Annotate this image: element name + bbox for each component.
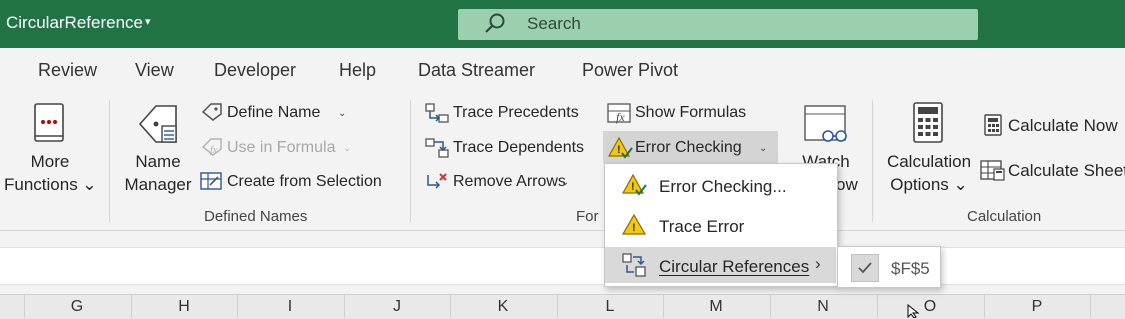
trace-precedents-icon — [425, 103, 449, 123]
trace-dependents-button[interactable]: Trace Dependents — [453, 139, 584, 157]
tag-icon — [201, 103, 222, 121]
watch-window-icon — [804, 105, 847, 142]
more-functions-button[interactable]: More Functions ⌄ — [4, 150, 97, 196]
use-in-formula-icon: fx — [201, 138, 222, 156]
tab-review[interactable]: Review — [38, 60, 97, 81]
use-in-formula-dropdown-icon[interactable]: ⌄ — [343, 143, 351, 154]
title-dropdown-icon[interactable]: ▾ — [145, 15, 151, 28]
remove-arrows-button[interactable]: Remove Arrows — [453, 173, 566, 191]
svg-text:fx: fx — [210, 145, 218, 156]
svg-text:!: ! — [617, 144, 621, 156]
column-header-h[interactable]: H — [174, 298, 194, 316]
remove-arrows-icon — [427, 173, 447, 189]
column-header-j[interactable]: J — [387, 298, 407, 316]
use-in-formula-button[interactable]: Use in Formula — [227, 139, 335, 157]
show-formulas-icon: fx — [607, 103, 631, 124]
more-functions-line1: More — [30, 152, 70, 171]
column-header-k[interactable]: K — [493, 298, 513, 316]
book-icon — [34, 103, 64, 142]
calculation-options-button[interactable]: Calculation Options ⌄ — [883, 150, 975, 196]
calculate-sheet-icon — [980, 160, 1005, 181]
column-divider — [1090, 294, 1091, 318]
search-icon — [485, 13, 505, 33]
column-header-p[interactable]: P — [1027, 298, 1047, 316]
warning-check-icon: ! — [621, 173, 647, 196]
column-divider — [131, 294, 132, 318]
group-separator — [109, 100, 110, 222]
tab-help[interactable]: Help — [339, 60, 376, 81]
menu-item-error-checking-label: Error Checking... — [659, 177, 787, 196]
column-header-n[interactable]: N — [813, 298, 833, 316]
group-label-formula-auditing: For — [576, 208, 599, 225]
tab-view[interactable]: View — [135, 60, 174, 81]
name-manager-icon — [138, 105, 177, 143]
trace-dependents-icon — [425, 138, 449, 158]
submenu-item-f5-label: $F$5 — [891, 259, 930, 278]
show-formulas-button[interactable]: Show Formulas — [635, 104, 746, 122]
calculation-options-line1: Calculation — [886, 152, 972, 171]
workbook-title[interactable]: CircularReference — [6, 13, 143, 33]
mouse-cursor-icon — [907, 304, 920, 318]
group-label-calculation: Calculation — [967, 208, 1042, 225]
group-label-defined-names: Defined Names — [204, 208, 308, 225]
create-from-selection-icon — [200, 172, 222, 190]
column-divider — [877, 294, 878, 318]
search-placeholder: Search — [527, 14, 581, 33]
column-divider — [344, 294, 345, 318]
define-name-dropdown-icon[interactable]: ⌄ — [338, 108, 346, 119]
calculate-now-button[interactable]: Calculate Now — [1008, 116, 1118, 136]
name-manager-button[interactable]: Name Manager — [120, 150, 196, 196]
define-name-button[interactable]: Define Name — [227, 104, 320, 122]
column-divider — [770, 294, 771, 318]
remove-arrows-dropdown-icon[interactable]: ⌄ — [561, 177, 569, 188]
column-header-l[interactable]: L — [600, 298, 620, 316]
menu-item-circular-references-label: Circular References — [659, 257, 810, 276]
calculate-now-icon — [984, 114, 1002, 136]
warning-icon: ! — [621, 213, 647, 235]
tab-power-pivot[interactable]: Power Pivot — [582, 60, 678, 81]
svg-text:!: ! — [631, 181, 635, 193]
name-manager-line2: Manager — [124, 175, 192, 194]
column-header-m[interactable]: M — [706, 298, 726, 316]
trace-precedents-button[interactable]: Trace Precedents — [453, 104, 579, 122]
column-header-o[interactable]: O — [920, 298, 940, 316]
column-divider — [450, 294, 451, 318]
tab-developer[interactable]: Developer — [214, 60, 296, 81]
check-icon — [851, 254, 879, 282]
svg-text:!: ! — [632, 222, 636, 234]
group-separator — [872, 100, 873, 222]
column-headers — [0, 294, 1125, 319]
column-divider — [984, 294, 985, 318]
warning-check-icon: ! — [607, 136, 633, 159]
name-manager-line1: Name — [135, 152, 181, 171]
svg-text:fx: fx — [616, 110, 625, 124]
calculator-icon — [913, 102, 943, 143]
column-divider — [237, 294, 238, 318]
watch-window-line2: ow — [836, 175, 858, 194]
circular-arrows-icon — [622, 253, 646, 277]
column-divider — [663, 294, 664, 318]
chevron-right-icon: › — [815, 254, 821, 273]
column-divider — [557, 294, 558, 318]
column-header-g[interactable]: G — [67, 298, 87, 316]
calculate-sheet-button[interactable]: Calculate Sheet — [1008, 161, 1125, 181]
column-divider — [24, 294, 25, 318]
more-functions-line2: Functions ⌄ — [4, 175, 97, 194]
error-checking-label: Error Checking — [635, 139, 742, 156]
create-from-selection-button[interactable]: Create from Selection — [227, 173, 382, 191]
formula-bar[interactable] — [0, 247, 1125, 285]
group-separator — [410, 100, 411, 222]
error-checking-dropdown-icon[interactable]: ⌄ — [759, 143, 767, 154]
menu-item-trace-error-label: Trace Error — [659, 217, 745, 236]
tab-data-streamer[interactable]: Data Streamer — [418, 60, 535, 81]
column-header-i[interactable]: I — [280, 298, 300, 316]
calculation-options-line2: Options ⌄ — [890, 175, 968, 194]
